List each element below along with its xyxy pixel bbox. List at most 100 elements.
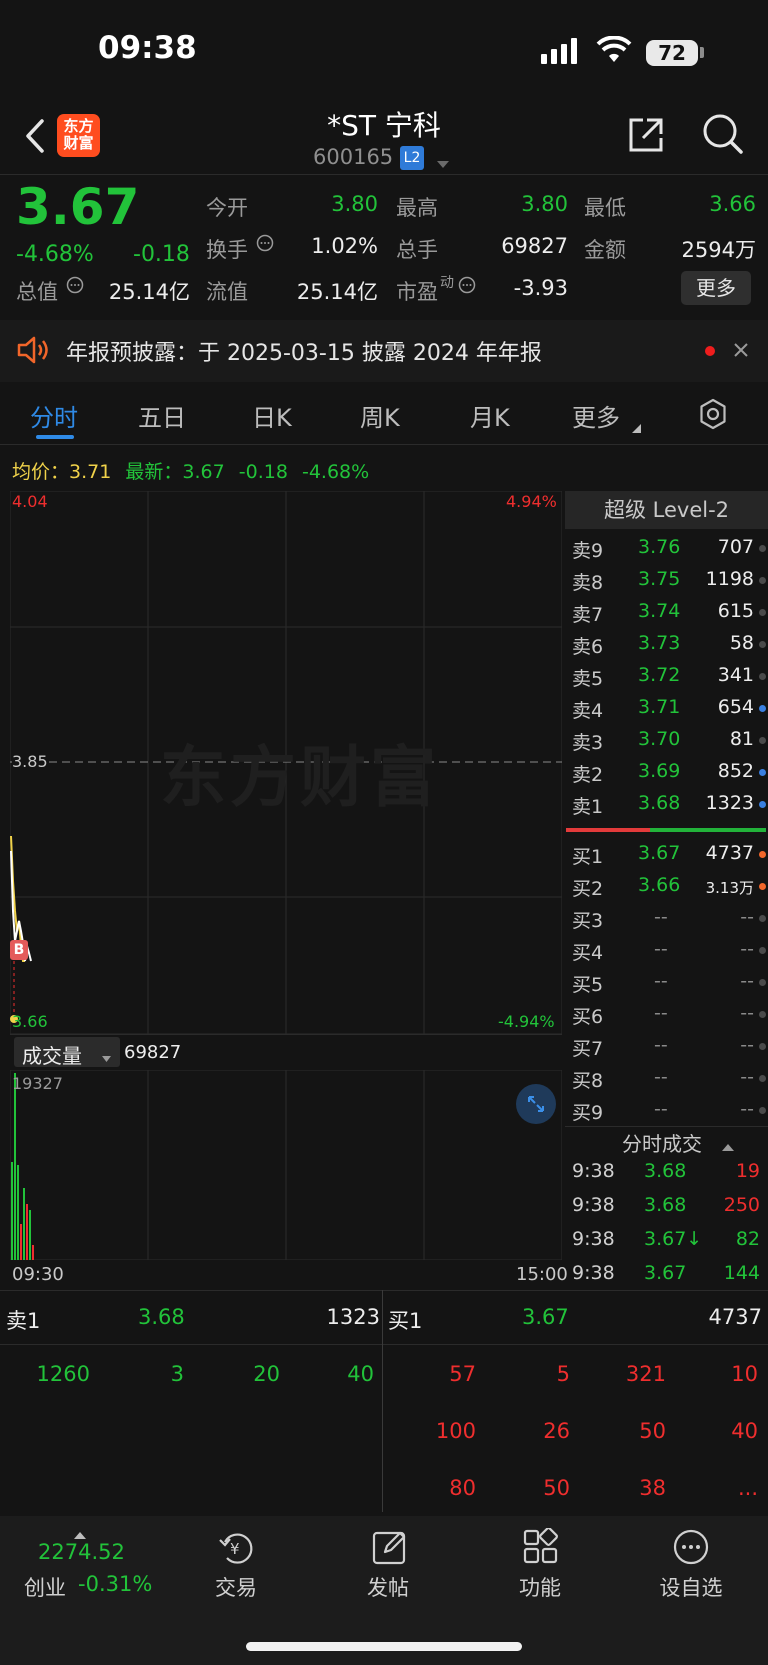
bid-volume: --	[740, 1066, 754, 1088]
level-vertical-divider	[382, 1290, 383, 1512]
bid-row[interactable]: 买4 -- --	[566, 934, 766, 966]
tab-monthly-k[interactable]: 月K	[470, 398, 510, 433]
buy-queue-cell: 50	[543, 1476, 570, 1500]
index-value[interactable]: 2274.52	[38, 1540, 125, 1564]
tab-intraday[interactable]: 分时	[30, 398, 78, 433]
ask-row[interactable]: 卖4 3.71 654	[566, 692, 766, 724]
dropdown-icon[interactable]	[102, 1048, 111, 1067]
turnover-value: 1.02%	[311, 234, 378, 258]
bid-row[interactable]: 买6 -- --	[566, 998, 766, 1030]
tab-weekly-k[interactable]: 周K	[360, 398, 400, 433]
chevron-up-icon[interactable]	[722, 1136, 734, 1155]
sell-queue-cell: 1260	[36, 1362, 90, 1386]
trade-time: 9:38	[572, 1228, 615, 1250]
buy-queue-cell: 57	[449, 1362, 476, 1386]
ask-row[interactable]: 卖9 3.76 707	[566, 532, 766, 564]
ask-price: 3.74	[638, 600, 681, 622]
signal-icon	[541, 38, 581, 68]
amount-value: 2594万	[681, 238, 756, 262]
info-icon[interactable]	[458, 276, 476, 298]
mktcap-label: 总值	[16, 280, 58, 304]
info-icon[interactable]	[66, 276, 84, 298]
back-icon[interactable]	[24, 118, 46, 158]
post-icon[interactable]	[371, 1528, 409, 1570]
ask-price: 3.75	[638, 568, 681, 590]
ask-row[interactable]: 卖1 3.68 1323	[566, 788, 766, 820]
tab-daily-k[interactable]: 日K	[252, 398, 292, 433]
ask-label: 卖7	[572, 604, 604, 626]
tab-more[interactable]: 更多	[572, 398, 620, 433]
bid-row[interactable]: 买1 3.67 4737	[566, 838, 766, 870]
buy1-price: 3.67	[522, 1305, 569, 1329]
volume-label[interactable]: 成交量	[22, 1040, 82, 1069]
l2-badge[interactable]: L2	[400, 146, 424, 170]
buy-marker[interactable]: B	[10, 940, 28, 960]
ask-row[interactable]: 卖5 3.72 341	[566, 660, 766, 692]
caret-icon	[632, 418, 641, 437]
ask-dot	[759, 769, 766, 776]
tab-five-day[interactable]: 五日	[138, 398, 186, 433]
order-book-title[interactable]: 超级 Level-2	[565, 491, 768, 529]
close-icon[interactable]	[733, 342, 749, 362]
buy-queue-cell: 5	[556, 1362, 570, 1386]
nav-trade[interactable]: 交易	[196, 1572, 276, 1602]
bid-dot	[759, 1011, 766, 1018]
nav-add-watchlist[interactable]: 设自选	[651, 1572, 731, 1602]
bid-price: --	[654, 906, 668, 928]
nav-post[interactable]: 发帖	[348, 1572, 428, 1602]
ask-row[interactable]: 卖6 3.73 58	[566, 628, 766, 660]
ask-row[interactable]: 卖3 3.70 81	[566, 724, 766, 756]
bid-row[interactable]: 买7 -- --	[566, 1030, 766, 1062]
home-indicator[interactable]	[246, 1642, 522, 1651]
watchlist-icon[interactable]	[672, 1528, 710, 1570]
bid-volume: 4737	[705, 842, 754, 864]
ask-label: 卖8	[572, 572, 604, 594]
bid-price: --	[654, 1034, 668, 1056]
battery-icon: 72	[646, 40, 698, 66]
functions-icon[interactable]	[522, 1527, 560, 1570]
sell1-price: 3.68	[138, 1305, 185, 1329]
float-value: 25.14亿	[296, 280, 378, 304]
bid-row[interactable]: 买2 3.66 3.13万	[566, 870, 766, 902]
volume-chart[interactable]	[10, 1070, 562, 1260]
nav-functions[interactable]: 功能	[500, 1572, 580, 1602]
chevron-down-icon[interactable]	[437, 154, 449, 173]
index-name[interactable]: 创业	[24, 1572, 66, 1602]
expand-icon[interactable]	[516, 1084, 556, 1124]
svg-text:¥: ¥	[230, 1540, 240, 1558]
volume-value: 69827	[124, 1042, 182, 1063]
buy-queue-cell: 100	[435, 1419, 476, 1443]
low-label: 最低	[584, 196, 626, 220]
volume-max: 19327	[12, 1074, 63, 1093]
buy-queue-cell: ...	[737, 1476, 758, 1500]
share-icon[interactable]	[625, 114, 667, 160]
trade-volume: 250	[723, 1194, 760, 1216]
open-value: 3.80	[331, 192, 378, 216]
ask-row[interactable]: 卖7 3.74 615	[566, 596, 766, 628]
tick-trades-title[interactable]: 分时成交	[622, 1128, 702, 1157]
ask-label: 卖9	[572, 540, 604, 562]
bid-row[interactable]: 买3 -- --	[566, 902, 766, 934]
ask-dot	[759, 705, 766, 712]
ask-row[interactable]: 卖8 3.75 1198	[566, 564, 766, 596]
bid-dot	[759, 1075, 766, 1082]
chart-bottom-pct: -4.94%	[498, 1012, 555, 1031]
chart-watermark: 东方财富	[160, 739, 440, 816]
bid-row[interactable]: 买9 -- --	[566, 1094, 766, 1126]
search-icon[interactable]	[701, 112, 745, 160]
trade-icon[interactable]: ¥	[217, 1528, 257, 1570]
bid-row[interactable]: 买5 -- --	[566, 966, 766, 998]
level-top-divider	[0, 1290, 768, 1291]
bid-volume: --	[740, 938, 754, 960]
index-change[interactable]: -0.31%	[78, 1572, 152, 1596]
ask-row[interactable]: 卖2 3.69 852	[566, 756, 766, 788]
info-icon[interactable]	[256, 234, 274, 256]
trade-volume: 19	[735, 1160, 760, 1182]
bid-dot	[759, 947, 766, 954]
low-value: 3.66	[709, 192, 756, 216]
more-button[interactable]: 更多	[681, 271, 751, 305]
bid-price: 3.67	[638, 842, 681, 864]
bid-row[interactable]: 买8 -- --	[566, 1062, 766, 1094]
speaker-icon	[16, 334, 50, 370]
settings-icon[interactable]	[697, 398, 729, 434]
